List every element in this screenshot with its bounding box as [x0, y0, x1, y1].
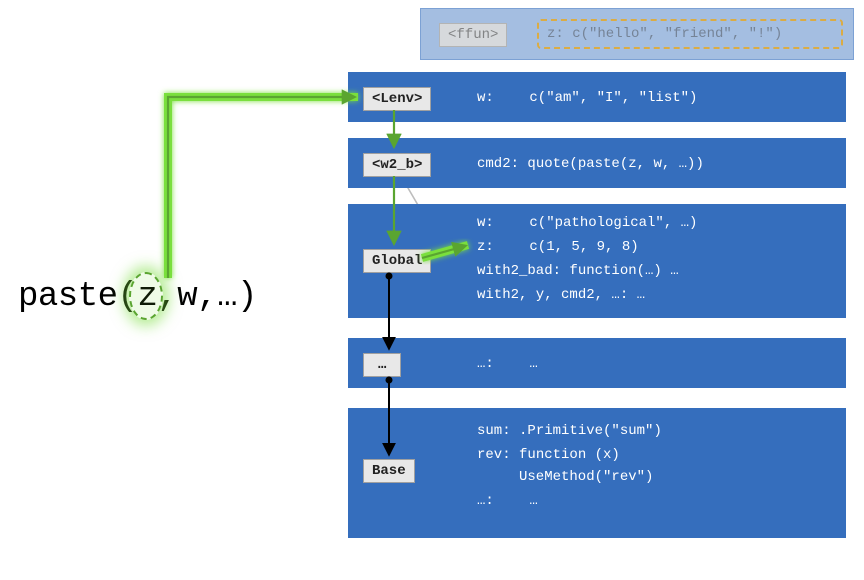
- comma-icon: ,: [197, 278, 217, 316]
- top-ffun-overlay: <ffun> z: c("hello", "friend", "!"): [420, 8, 854, 60]
- kv-key: …:: [477, 356, 521, 372]
- kv-val: …: [529, 493, 537, 509]
- ffun-tag: <ffun>: [439, 23, 507, 47]
- expr-arg-ellipsis: …: [217, 278, 237, 316]
- global-var-with2bad: with2_bad: function(…) …: [477, 263, 679, 279]
- ffun-z-definition: z: c("hello", "friend", "!"): [537, 19, 843, 49]
- kv-key: sum:: [477, 423, 511, 439]
- kv-key: …:: [477, 493, 521, 509]
- kv-val: c("pathological", …): [529, 215, 697, 231]
- base-var-sum: sum: .Primitive("sum"): [477, 423, 662, 439]
- env-frame-base: Base sum: .Primitive("sum") rev: functio…: [348, 408, 846, 538]
- kv-val: …: [529, 356, 537, 372]
- lenv-var-w: w: c("am", "I", "list"): [477, 90, 697, 106]
- global-var-rest: with2, y, cmd2, …: …: [477, 287, 645, 303]
- expr-arg-w: w: [177, 278, 197, 316]
- env-frame-lenv: <Lenv> w: c("am", "I", "list"): [348, 72, 846, 122]
- env-frame-global: Global w: c("pathological", …) z: c(1, 5…: [348, 204, 846, 318]
- kv-val: c(1, 5, 9, 8): [529, 239, 638, 255]
- kv-val: function (x): [519, 447, 620, 463]
- kv-val: quote(paste(z, w, …)): [527, 156, 703, 172]
- w2b-var-cmd2: cmd2: quote(paste(z, w, …)): [477, 156, 704, 172]
- global-var-w: w: c("pathological", …): [477, 215, 697, 231]
- env-tag-global: Global: [363, 249, 431, 273]
- arrow-z-to-lenv: [168, 97, 358, 278]
- kv-key: w:: [477, 215, 521, 231]
- kv-val: c("am", "I", "list"): [529, 90, 697, 106]
- base-var-rev: rev: function (x): [477, 447, 620, 463]
- env-tag-lenv: <Lenv>: [363, 87, 431, 111]
- base-var-rev-body: UseMethod("rev"): [519, 469, 653, 485]
- expression-paste: paste(z,w,…): [18, 278, 257, 316]
- env-tag-dots: …: [363, 353, 401, 377]
- paren-close: ): [237, 278, 257, 316]
- env-frame-w2b: <w2_b> cmd2: quote(paste(z, w, …)): [348, 138, 846, 188]
- kv-key: rev:: [477, 447, 511, 463]
- dots-var: …: …: [477, 356, 538, 372]
- env-tag-w2b: <w2_b>: [363, 153, 431, 177]
- kv-key: z:: [477, 239, 521, 255]
- global-var-z: z: c(1, 5, 9, 8): [477, 239, 639, 255]
- kv-key: w:: [477, 90, 521, 106]
- expr-func: paste: [18, 278, 118, 316]
- kv-val: .Primitive("sum"): [519, 423, 662, 439]
- expr-arg-z: z: [137, 278, 157, 316]
- kv-key: cmd2:: [477, 156, 519, 172]
- env-tag-base: Base: [363, 459, 415, 483]
- base-var-rest: …: …: [477, 493, 538, 509]
- env-frame-dots: … …: …: [348, 338, 846, 388]
